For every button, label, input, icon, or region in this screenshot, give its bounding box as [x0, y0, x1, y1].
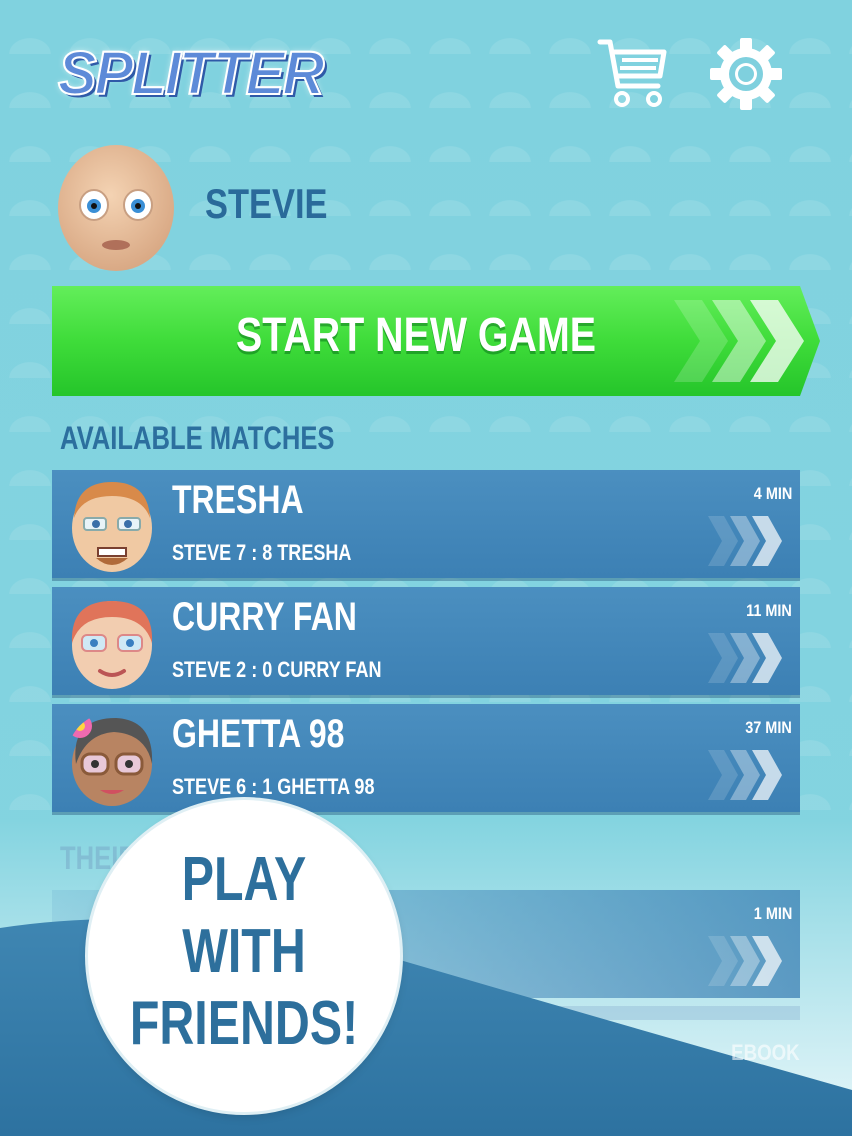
match-score: STEVE 7 : 8 TRESHA — [172, 540, 352, 565]
play-with-friends-badge: PLAY WITH FRIENDS! — [88, 800, 400, 1112]
flower-icon — [68, 714, 92, 738]
avatar — [66, 712, 158, 808]
start-new-game-button[interactable]: START NEW GAME — [52, 286, 820, 396]
opponent-name: TRESHA — [172, 478, 304, 522]
cart-button[interactable] — [596, 36, 670, 110]
avatar — [66, 478, 158, 574]
match-score: STEVE 2 : 0 CURRY FAN — [172, 657, 382, 682]
opponent-name: CURRY FAN — [172, 595, 357, 639]
chevron-arrows-icon — [708, 750, 782, 800]
shopping-cart-icon — [597, 39, 667, 107]
avatar — [66, 595, 158, 691]
start-new-game-label: START NEW GAME — [235, 309, 597, 362]
username: STEVIE — [205, 180, 328, 227]
gear-icon — [710, 38, 782, 110]
match-row-curry-fan[interactable]: CURRY FAN STEVE 2 : 0 CURRY FAN 11 MIN — [52, 587, 800, 695]
profile-avatar[interactable] — [56, 143, 176, 273]
match-time: 4 MIN — [753, 484, 792, 503]
match-time: 11 MIN — [746, 601, 792, 620]
chevron-arrows-icon — [708, 633, 782, 683]
settings-button[interactable] — [708, 36, 784, 112]
splitter-logo: SPLITTER — [57, 38, 325, 108]
match-time: 37 MIN — [745, 718, 792, 737]
match-row-ghetta-98[interactable]: GHETTA 98 STEVE 6 : 1 GHETTA 98 37 MIN — [52, 704, 800, 812]
facebook-label: EBOOK — [731, 1040, 800, 1065]
opponent-name: GHETTA 98 — [172, 712, 345, 756]
promo-text: PLAY WITH FRIENDS! — [129, 845, 359, 1058]
available-matches-title: AVAILABLE MATCHES — [60, 420, 335, 456]
chevron-arrows-icon — [708, 516, 782, 566]
match-row-tresha[interactable]: TRESHA STEVE 7 : 8 TRESHA 4 MIN — [52, 470, 800, 578]
match-score: STEVE 6 : 1 GHETTA 98 — [172, 774, 375, 799]
